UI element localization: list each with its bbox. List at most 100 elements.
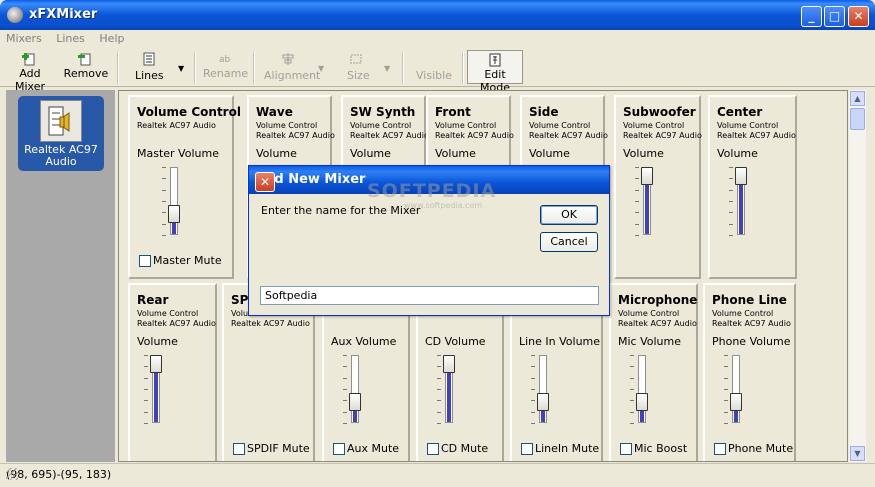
mixer-strip: Microphone Volume Control Realtek AC97 Aud… <box>609 283 698 461</box>
strip-device: Realtek AC97 Audio <box>435 131 514 140</box>
toolbar-separator <box>117 52 119 84</box>
mute-checkbox[interactable] <box>521 443 533 455</box>
alignment-button[interactable]: Alignment ▼ <box>262 50 332 84</box>
strip-subtitle: Volume Control <box>618 309 680 318</box>
maximize-button[interactable]: □ <box>824 6 845 27</box>
menu-mixers[interactable]: Mixers <box>0 30 47 45</box>
mute-checkbox[interactable] <box>620 443 632 455</box>
minimize-button[interactable]: _ <box>801 6 822 27</box>
alignment-label: Alignment <box>264 69 321 82</box>
mute-checkbox[interactable] <box>333 443 345 455</box>
slider-ticks <box>343 355 347 424</box>
menu-help[interactable]: Help <box>93 30 129 45</box>
resize-grip-icon[interactable] <box>6 468 18 480</box>
strip-name: Rear <box>137 293 169 307</box>
strip-device: Realtek AC97 Audio <box>717 131 796 140</box>
strip-name: Phone Line <box>712 293 787 307</box>
lines-button[interactable]: Lines ▼ <box>128 50 188 84</box>
control-label: Volume <box>623 147 664 160</box>
checkbox-label: Phone Mute <box>728 442 794 455</box>
volume-slider-thumb[interactable] <box>150 355 162 373</box>
alignment-dropdown-icon[interactable]: ▼ <box>318 64 324 73</box>
rename-icon: ab <box>219 55 231 65</box>
add-mixer-icon <box>22 53 35 66</box>
toolbar-separator <box>194 52 196 84</box>
device-list: Realtek AC97 Audio <box>6 90 115 462</box>
rename-label: Rename <box>203 67 249 80</box>
add-mixer-dialog: Add New Mixer ✕ SOFTPEDIA www.softpedia.… <box>248 165 610 316</box>
dialog-close-button[interactable]: ✕ <box>255 172 275 192</box>
mixer-strip: Center Volume Control Realtek AC97 Audio Vo… <box>708 95 797 279</box>
volume-slider-thumb[interactable] <box>168 205 180 223</box>
mixer-strip: Phone Line Volume Control Realtek AC97 Aud… <box>703 283 796 461</box>
control-label: Volume <box>350 147 391 160</box>
slider-ticks <box>144 355 148 424</box>
scroll-thumb[interactable] <box>850 108 865 130</box>
slider-ticks <box>630 355 634 424</box>
mixer-strip: Rear Volume Control Realtek AC97 Audio Volu… <box>128 283 217 461</box>
mute-checkbox[interactable] <box>139 255 151 267</box>
checkbox-label: SPDIF Mute <box>247 442 310 455</box>
device-label: Realtek AC97 Audio <box>24 143 98 168</box>
strip-name: Subwoofer <box>623 105 696 119</box>
size-dropdown-icon[interactable]: ▼ <box>384 64 390 73</box>
scroll-down-icon[interactable]: ▼ <box>850 446 865 461</box>
volume-slider-track[interactable] <box>170 167 178 235</box>
volume-slider-track[interactable] <box>732 355 740 423</box>
lines-dropdown-icon[interactable]: ▼ <box>178 64 184 73</box>
remove-button[interactable]: Remove <box>63 50 109 84</box>
volume-slider-thumb[interactable] <box>349 393 361 411</box>
status-bar: (98, 695)-(95, 183) <box>0 463 875 487</box>
volume-slider-thumb[interactable] <box>735 167 747 185</box>
checkbox-label: Master Mute <box>153 254 222 267</box>
volume-slider-thumb[interactable] <box>730 393 742 411</box>
mute-checkbox[interactable] <box>714 443 726 455</box>
toolbar: Add Mixer Remove Lines ▼ ab Rename Align… <box>0 48 875 94</box>
checkbox-label: Mic Boost <box>634 442 688 455</box>
slider-ticks <box>635 167 639 236</box>
control-label: Volume <box>256 147 297 160</box>
vertical-scrollbar[interactable]: ▲ ▼ <box>849 90 866 462</box>
close-button[interactable]: ✕ <box>848 6 869 27</box>
volume-slider-thumb[interactable] <box>641 167 653 185</box>
control-label: Mic Volume <box>618 335 682 348</box>
visible-button[interactable]: Visible <box>410 50 454 84</box>
cancel-button[interactable]: Cancel <box>540 232 598 252</box>
strip-device: Realtek AC97 Audio <box>137 121 216 130</box>
rename-button[interactable]: ab Rename <box>203 50 249 84</box>
volume-slider-thumb[interactable] <box>636 393 648 411</box>
strip-device: Realtek AC97 Audio <box>623 131 702 140</box>
toolbar-separator <box>253 52 255 84</box>
strip-name: Center <box>717 105 763 119</box>
ok-button[interactable]: OK <box>540 205 598 225</box>
mute-checkbox[interactable] <box>233 443 245 455</box>
strip-name: Volume Control <box>137 105 241 119</box>
window-title: xFXMixer <box>29 7 98 22</box>
volume-slider-track[interactable] <box>351 355 359 423</box>
toolbar-separator <box>402 52 404 84</box>
menu-lines[interactable]: Lines <box>50 30 90 45</box>
device-item[interactable]: Realtek AC97 Audio <box>18 96 104 171</box>
strip-name: Wave <box>256 105 293 119</box>
volume-slider-track[interactable] <box>539 355 547 423</box>
add-mixer-button[interactable]: Add Mixer <box>4 50 56 93</box>
mute-checkbox[interactable] <box>427 443 439 455</box>
title-bar[interactable]: xFXMixer _ □ ✕ <box>0 0 875 30</box>
strip-name: Side <box>529 105 559 119</box>
volume-slider-thumb[interactable] <box>537 393 549 411</box>
size-button[interactable]: Size ▼ <box>342 50 396 84</box>
edit-mode-icon <box>489 53 501 67</box>
size-label: Size <box>347 69 370 82</box>
strip-subtitle: Volume Control <box>350 121 412 130</box>
app-icon[interactable] <box>7 7 23 23</box>
scroll-up-icon[interactable]: ▲ <box>850 91 865 106</box>
slider-ticks <box>724 355 728 424</box>
volume-slider-thumb[interactable] <box>443 355 455 373</box>
edit-mode-button[interactable]: Edit Mode <box>467 50 523 94</box>
status-text: (98, 695)-(95, 183) <box>6 468 112 481</box>
visible-label: Visible <box>416 69 452 82</box>
strip-subtitle: Volume Control <box>717 121 779 130</box>
menu-bar: Mixers Lines Help <box>0 30 875 48</box>
mixer-name-input[interactable] <box>260 286 599 305</box>
volume-slider-track[interactable] <box>638 355 646 423</box>
